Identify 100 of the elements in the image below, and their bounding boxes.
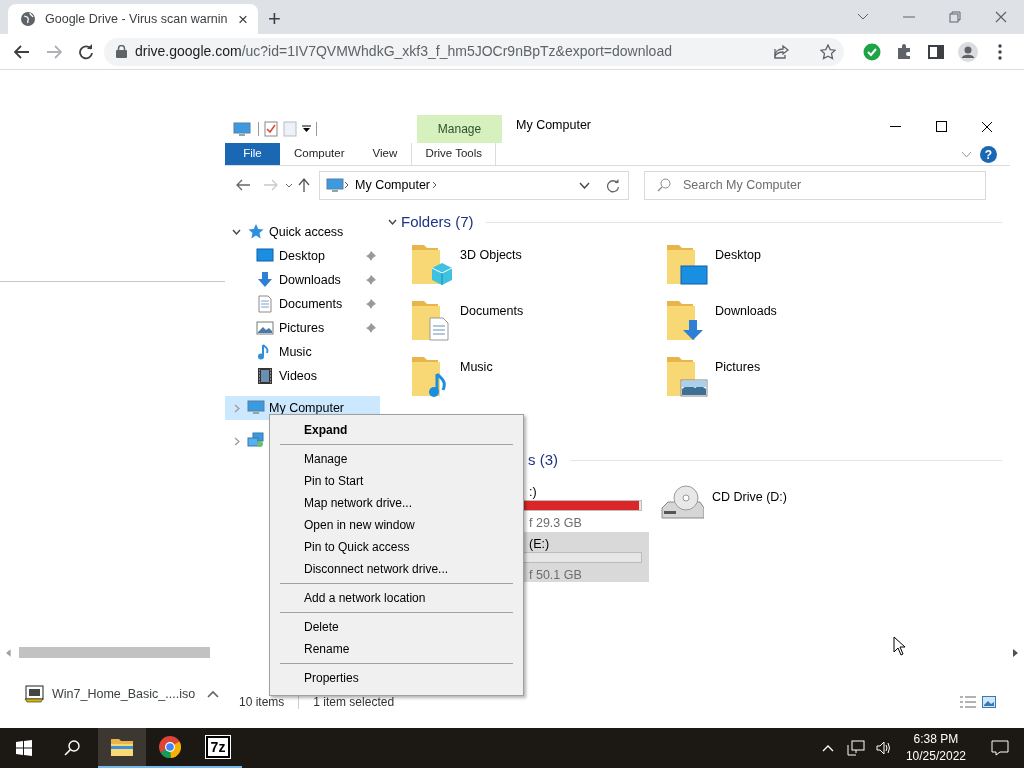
- menu-item[interactable]: Pin to Start: [270, 470, 523, 492]
- window-title: My Computer: [516, 117, 592, 135]
- nav-item[interactable]: Videos: [225, 364, 380, 388]
- nav-item[interactable]: Documents: [225, 292, 380, 316]
- star-icon: [820, 43, 836, 60]
- dropdown-caret-icon: [302, 125, 311, 133]
- search-box[interactable]: Search My Computer: [644, 170, 986, 200]
- maximize-icon: [935, 121, 947, 132]
- nav-item[interactable]: Downloads: [225, 268, 380, 292]
- nav-item[interactable]: Desktop: [225, 244, 380, 268]
- share-icon: [774, 43, 790, 60]
- minimize-icon: [889, 126, 901, 127]
- forward-arrow-icon: [264, 179, 278, 191]
- selection-count: 1 item selected: [313, 694, 395, 711]
- folder-item[interactable]: Documents: [410, 298, 665, 338]
- close-icon: [981, 120, 993, 133]
- drive-item[interactable]: CD Drive (D:): [660, 480, 915, 530]
- new-tab-button[interactable]: +: [264, 8, 285, 30]
- reload-icon: [78, 43, 94, 60]
- cd-drive-icon: [660, 482, 704, 522]
- url-text: drive.google.com/uc?id=1IV7QVMWhdkG_xkf3_f_hm5JOCr9nBpTz&export=download: [135, 42, 673, 61]
- tab-title: Google Drive - Virus scan warnin: [45, 10, 228, 28]
- menu-item[interactable]: Add a network location: [270, 587, 523, 609]
- nav-item[interactable]: Pictures: [225, 316, 380, 340]
- large-icons-view-icon: [982, 696, 996, 708]
- scroll-left-icon: [6, 648, 11, 657]
- minimize-icon: [903, 16, 915, 18]
- star-icon: [247, 223, 265, 241]
- speaker-icon: [875, 741, 892, 755]
- nav-item[interactable]: Quick access: [225, 220, 380, 244]
- scrollbar-thumb[interactable]: [18, 647, 210, 658]
- back-arrow-icon: [14, 44, 30, 59]
- large-icons-view-button[interactable]: [982, 696, 996, 708]
- chevron-down-icon: [961, 151, 972, 159]
- taskbar-app[interactable]: 7z: [194, 728, 242, 768]
- taskbar-app[interactable]: [98, 728, 146, 768]
- item-count: 10 items: [239, 694, 285, 711]
- contextual-tab-group: Manage: [417, 115, 502, 143]
- menu-item[interactable]: Manage: [270, 448, 523, 470]
- scroll-right-icon: [1013, 648, 1018, 657]
- network-icon: [247, 432, 265, 450]
- chevron-down-icon: [857, 13, 869, 21]
- browser-tab[interactable]: Google Drive - Virus scan warnin ×: [8, 4, 258, 34]
- film-icon: [256, 367, 274, 385]
- caret-up-icon: [207, 690, 220, 698]
- clock-time: 6:38 PM: [912, 731, 960, 748]
- network-icon: [846, 740, 865, 756]
- folder-item[interactable]: Downloads: [665, 298, 920, 338]
- folder-item[interactable]: 3D Objects: [410, 242, 665, 282]
- ribbon-tab[interactable]: File: [225, 143, 280, 165]
- download-filename[interactable]: Win7_Home_Basic_....iso: [52, 684, 196, 704]
- computer-icon: [247, 399, 265, 417]
- clock-date: 10/25/2022: [905, 748, 966, 765]
- address-bar[interactable]: My Computer: [319, 170, 629, 200]
- address-bar[interactable]: drive.google.com/uc?id=1IV7QVMWhdkG_xkf3_f_hm5JOCr9nBpTz&export=download: [104, 37, 844, 66]
- search-icon: [657, 178, 671, 192]
- ribbon-tab[interactable]: View: [358, 143, 412, 165]
- ribbon-tab[interactable]: Drive Tools: [411, 143, 497, 165]
- browser-icon: [158, 735, 182, 759]
- search-icon: [64, 740, 80, 756]
- picture-icon: [256, 319, 274, 337]
- caret-up-icon: [821, 744, 834, 752]
- menu-item[interactable]: Map network drive...: [270, 492, 523, 514]
- folder-item[interactable]: Desktop: [665, 242, 920, 282]
- profile-icon: [958, 41, 978, 62]
- menu-item[interactable]: Properties: [270, 667, 523, 689]
- mouse-cursor-icon: [893, 636, 906, 656]
- desktop-icon: [256, 247, 274, 265]
- check-circle-icon: [863, 42, 881, 61]
- up-arrow-icon: [298, 178, 310, 192]
- folder-item[interactable]: Music: [410, 354, 665, 394]
- group-header: Folders (7): [401, 211, 474, 232]
- properties-icon: [264, 121, 278, 137]
- desktop-folder-icon: [665, 242, 709, 286]
- notification-icon: [991, 740, 1009, 756]
- close-icon: [994, 10, 1008, 24]
- lock-icon: [116, 45, 127, 58]
- menu-item[interactable]: Delete: [270, 616, 523, 638]
- computer-icon: [233, 121, 251, 137]
- puzzle-icon: [896, 43, 912, 60]
- menu-item[interactable]: Expand: [270, 419, 523, 441]
- picture-folder-icon: [665, 354, 709, 398]
- menu-icon: [998, 43, 1002, 60]
- computer-icon: [326, 177, 344, 193]
- folder-item[interactable]: Pictures: [665, 354, 920, 394]
- restore-icon: [949, 11, 961, 23]
- document-icon: [283, 121, 297, 137]
- menu-item[interactable]: Rename: [270, 638, 523, 660]
- tab-close-button[interactable]: ×: [236, 10, 250, 28]
- forward-arrow-icon: [46, 44, 62, 59]
- nav-item[interactable]: Music: [225, 340, 380, 364]
- breadcrumb[interactable]: My Computer: [355, 175, 431, 195]
- globe-icon: [20, 11, 36, 27]
- customize-toolbar-button[interactable]: [302, 125, 311, 133]
- help-button[interactable]: ?: [980, 146, 997, 163]
- ribbon-tab[interactable]: Computer: [280, 143, 359, 165]
- chevron-down-icon: [579, 182, 590, 190]
- windows-logo-icon: [16, 740, 32, 756]
- chevron-down-icon: [285, 183, 293, 189]
- chevron-right-icon: [432, 181, 438, 189]
